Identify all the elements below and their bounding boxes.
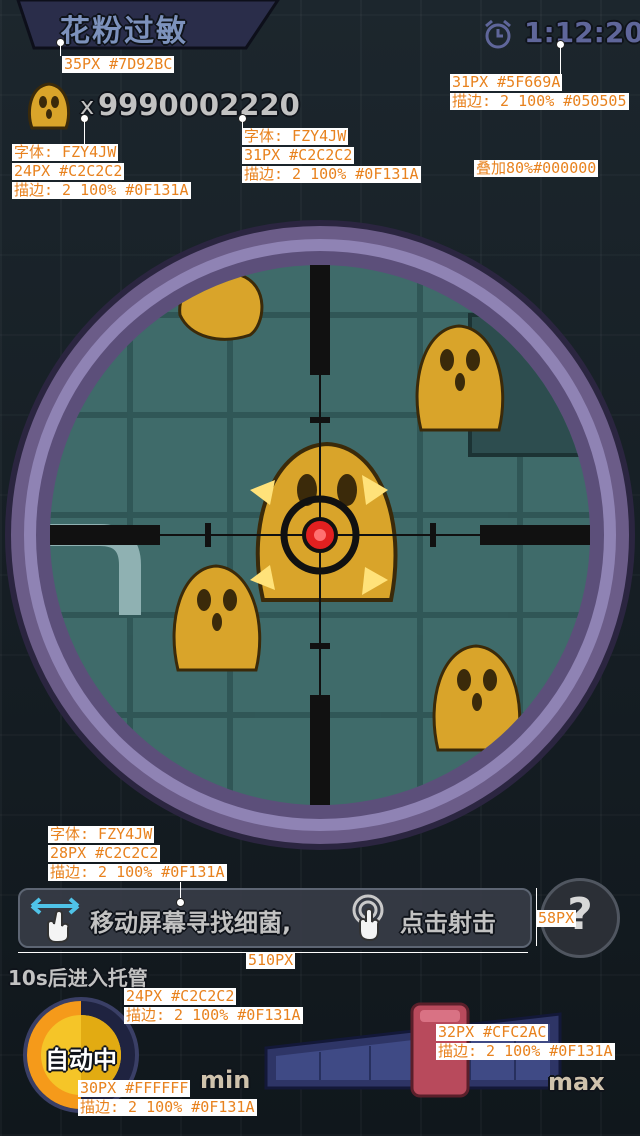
spec-auto-size: 30PX #FFFFFF <box>78 1079 191 1097</box>
annotation-leader <box>84 120 85 144</box>
spec-hint-size: 28PX #C2C2C2 <box>48 844 161 862</box>
spec-x-size: 24PX #C2C2C2 <box>12 162 125 180</box>
power-min-label: min <box>200 1066 251 1094</box>
spec-hint-width: 510PX <box>246 951 296 969</box>
spec-hint-height: 58PX <box>536 909 577 927</box>
spec-x-stroke: 描边: 2 100% #0F131A <box>12 181 191 199</box>
auto-button-label: 自动中 <box>45 1046 117 1074</box>
alarm-clock-icon <box>485 19 511 49</box>
spec-title-font: 35PX #7D92BC <box>62 55 175 73</box>
level-title: 花粉过敏 <box>60 14 188 49</box>
spec-count-size: 31PX #C2C2C2 <box>242 146 355 164</box>
spec-countdown-stroke: 描边: 2 100% #0F131A <box>124 1006 303 1024</box>
spec-timer-stroke: 描边: 2 100% #050505 <box>450 92 629 110</box>
annotation-leader <box>60 44 61 56</box>
annotation-marker <box>176 898 185 907</box>
spec-count-stroke: 描边: 2 100% #0F131A <box>242 165 421 183</box>
spec-auto-stroke: 描边: 2 100% #0F131A <box>78 1098 257 1116</box>
annotation-leader <box>242 120 243 128</box>
hint-move-text: 移动屏幕寻找细菌, <box>90 909 292 937</box>
bacteria-counter-icon <box>27 82 71 130</box>
spec-countdown-size: 24PX #C2C2C2 <box>124 987 237 1005</box>
spec-minmax-size: 32PX #CFC2AC <box>436 1023 549 1041</box>
spec-hint-font: 字体: FZY4JW <box>48 825 155 843</box>
bacteria-count: 9990002220 <box>98 88 300 122</box>
spec-x-font: 字体: FZY4JW <box>12 143 119 161</box>
power-max-label: max <box>548 1068 605 1096</box>
hint-tap-text: 点击射击 <box>400 909 496 937</box>
annotation-leader <box>180 882 181 898</box>
game-screen[interactable]: 花粉过敏 1:12:20 x 9990002220 移动屏幕寻找细菌, 点击射击… <box>0 0 640 1136</box>
tap-hand-icon <box>352 894 384 942</box>
hint-bar: 移动屏幕寻找细菌, 点击射击 <box>18 888 532 948</box>
sniper-scope[interactable] <box>0 205 640 865</box>
spec-overlay: 叠加80%#000000 <box>474 159 599 177</box>
swipe-hand-icon <box>30 897 80 943</box>
spec-minmax-stroke: 描边: 2 100% #0F131A <box>436 1042 615 1060</box>
annotation-leader <box>560 46 561 74</box>
game-timer: 1:12:20 <box>524 16 640 49</box>
spec-timer-font: 31PX #5F669A <box>450 73 563 91</box>
spec-count-font: 字体: FZY4JW <box>242 127 349 145</box>
spec-hint-stroke: 描边: 2 100% #0F131A <box>48 863 227 881</box>
